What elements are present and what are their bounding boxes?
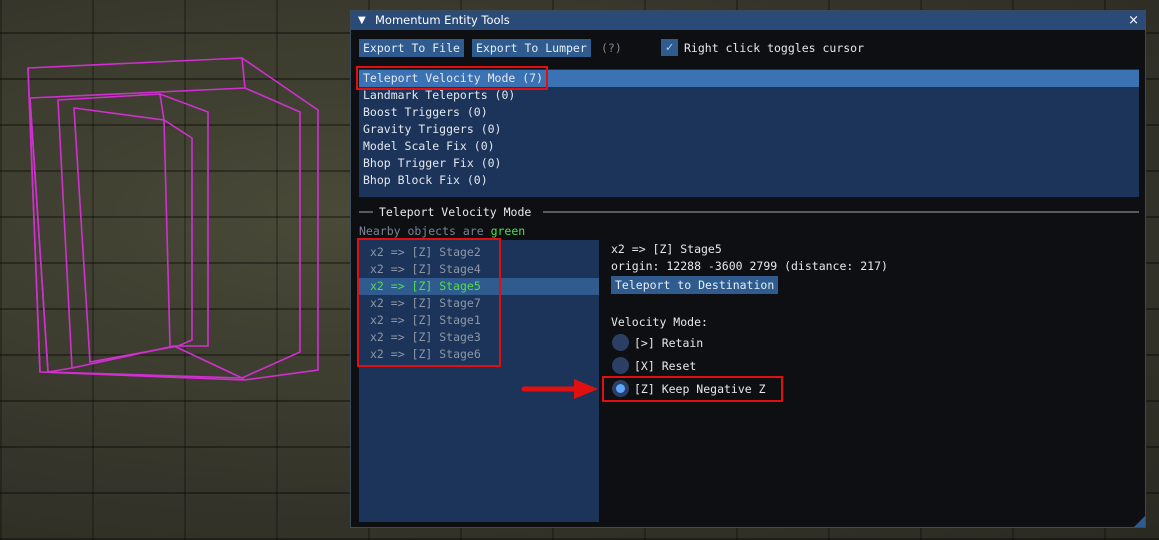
window-title: Momentum Entity Tools	[375, 13, 510, 27]
detail-origin: origin: 12288 -3600 2799 (distance: 217)	[611, 259, 888, 273]
checkmark-icon: ✓	[665, 40, 674, 55]
nearby-hint-prefix: Nearby objects are	[359, 224, 491, 238]
annotation-highlight-velocity	[602, 376, 783, 402]
category-item[interactable]: Bhop Trigger Fix (0)	[359, 155, 1139, 172]
annotation-highlight-category	[356, 66, 548, 90]
category-item[interactable]: Bhop Block Fix (0)	[359, 172, 1139, 189]
wire-outer-front	[27, 57, 319, 381]
radio-retain-label[interactable]: [>] Retain	[634, 335, 703, 351]
wire-inner-top	[159, 93, 165, 121]
detail-name: x2 => [Z] Stage5	[611, 242, 722, 256]
wire-inner-edge	[163, 119, 171, 347]
velocity-mode-label: Velocity Mode:	[611, 315, 708, 329]
section-separator-right	[543, 211, 1139, 213]
category-item[interactable]: Model Scale Fix (0)	[359, 138, 1139, 155]
collapse-icon[interactable]: ▼	[358, 11, 366, 30]
cursor-toggle-label: Right click toggles cursor	[684, 41, 865, 55]
close-icon[interactable]: ×	[1128, 11, 1139, 30]
cursor-toggle-checkbox[interactable]: ✓	[661, 39, 678, 56]
section-separator-left	[359, 211, 373, 213]
annotation-highlight-objects	[357, 238, 501, 367]
radio-retain[interactable]	[612, 334, 629, 351]
export-to-file-button[interactable]: Export To File	[359, 39, 464, 57]
export-to-lumper-button[interactable]: Export To Lumper	[472, 39, 591, 57]
category-item[interactable]: Boost Triggers (0)	[359, 104, 1139, 121]
nearby-hint: Nearby objects are green	[359, 223, 525, 239]
radio-reset-label[interactable]: [X] Reset	[634, 358, 696, 374]
wire-floor-left	[47, 367, 73, 373]
resize-grip-icon[interactable]	[1134, 516, 1145, 527]
window-titlebar[interactable]: ▼ Momentum Entity Tools ×	[351, 11, 1145, 30]
help-marker[interactable]: (?)	[601, 40, 622, 56]
nearby-color-word: green	[490, 224, 526, 238]
teleport-to-destination-button[interactable]: Teleport to Destination	[611, 276, 779, 294]
wire-inner-box	[73, 107, 193, 363]
category-item[interactable]: Gravity Triggers (0)	[359, 121, 1139, 138]
wire-top-edge	[241, 57, 246, 89]
radio-reset[interactable]	[612, 357, 629, 374]
wire-inner-frame	[57, 93, 209, 369]
annotation-arrow-icon	[521, 379, 598, 399]
wireframe-box	[27, 57, 319, 381]
section-title: Teleport Velocity Mode	[379, 205, 532, 219]
wire-floor-edge	[173, 345, 243, 379]
